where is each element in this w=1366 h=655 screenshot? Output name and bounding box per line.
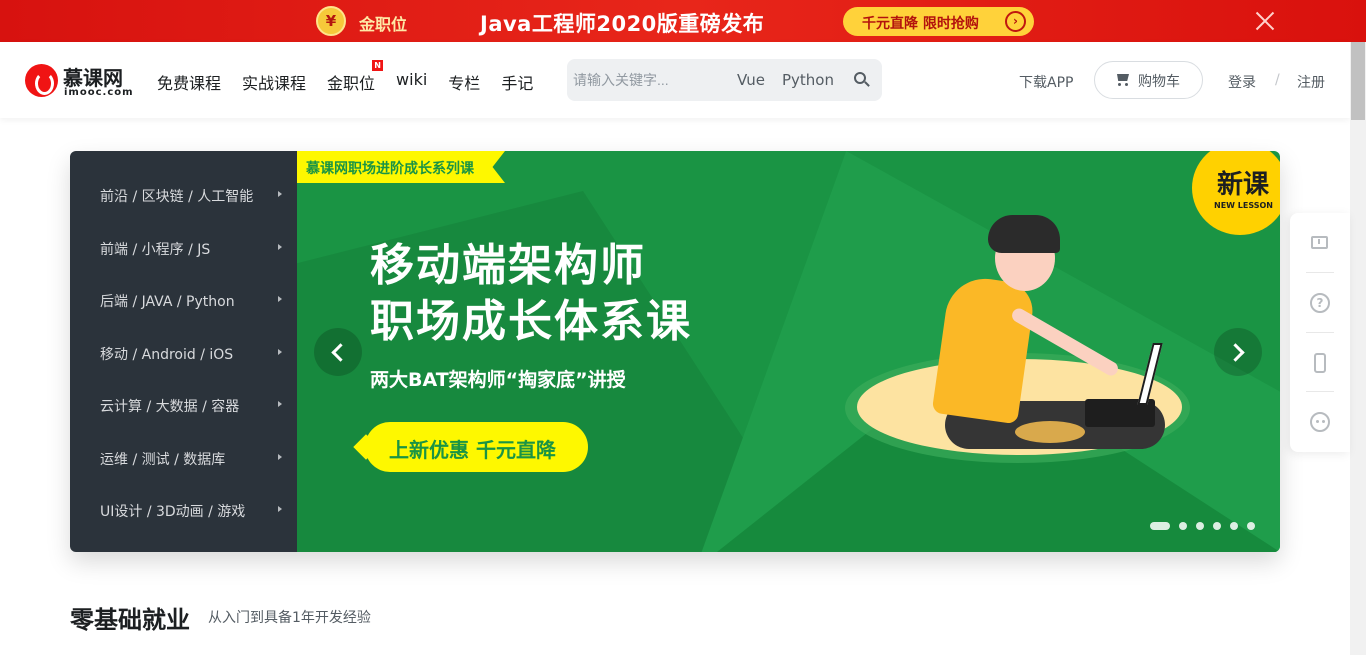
- nav-item-notes[interactable]: 手记: [501, 70, 533, 94]
- caret-right-icon: [278, 454, 282, 460]
- cart-button[interactable]: 购物车: [1094, 61, 1203, 99]
- developer-illustration: [845, 215, 1190, 475]
- caret-right-icon: [278, 349, 282, 355]
- promo-brand: 金职位: [359, 15, 408, 34]
- category-item[interactable]: 移动 / Android / iOS: [100, 344, 290, 364]
- category-label: UI设计 / 3D动画 / 游戏: [100, 504, 246, 520]
- banner-title-line: 移动端架构师: [370, 240, 646, 291]
- divider: [1306, 391, 1334, 392]
- nav-item-label: 金职位: [327, 74, 376, 93]
- category-item[interactable]: 前沿 / 区块链 / 人工智能: [100, 186, 290, 206]
- medal-icon: [316, 6, 346, 36]
- download-app-link[interactable]: 下载APP: [1019, 72, 1073, 92]
- promo-headline: Java工程师2020版重磅发布: [480, 12, 765, 36]
- category-label: 云计算 / 大数据 / 容器: [100, 399, 240, 415]
- mobile-phone-icon[interactable]: [1309, 352, 1331, 374]
- flame-logo-icon: [25, 64, 58, 97]
- carousel-dot[interactable]: [1179, 522, 1187, 530]
- series-tag: 慕课网职场进阶成长系列课: [297, 151, 505, 183]
- logo-domain: imooc.com: [64, 87, 134, 98]
- category-item[interactable]: 云计算 / 大数据 / 容器: [100, 396, 290, 416]
- category-item[interactable]: 运维 / 测试 / 数据库: [100, 449, 290, 469]
- category-item[interactable]: UI设计 / 3D动画 / 游戏: [100, 501, 290, 521]
- badge-title: 新课: [1217, 170, 1270, 200]
- site-header: 慕课网 imooc.com 免费课程 实战课程 金职位 N wiki 专栏 手记 …: [0, 42, 1350, 118]
- nav-item-practical-courses[interactable]: 实战课程: [242, 70, 306, 94]
- chat-icon[interactable]: [1309, 411, 1331, 433]
- help-icon[interactable]: ?: [1309, 292, 1331, 314]
- carousel-slide[interactable]: 慕课网职场进阶成长系列课 移动端架构师 职场成长体系课 两大BAT架构师“掏家底…: [297, 151, 1280, 552]
- login-link[interactable]: 登录: [1228, 72, 1256, 92]
- category-item[interactable]: 后端 / JAVA / Python: [100, 291, 290, 311]
- feedback-icon[interactable]: [1309, 233, 1331, 255]
- nav-item-free-courses[interactable]: 免费课程: [157, 70, 221, 94]
- hero-section: 前沿 / 区块链 / 人工智能 前端 / 小程序 / JS 后端 / JAVA …: [70, 151, 1280, 552]
- caret-right-icon: [278, 296, 282, 302]
- search-bar: Vue Python: [567, 59, 882, 101]
- caret-right-icon: [278, 506, 282, 512]
- top-promo-banner[interactable]: 金职位 Java工程师2020版重磅发布 千元直降 限时抢购 ›: [0, 0, 1366, 42]
- badge-subtitle: NEW LESSON: [1214, 201, 1273, 210]
- carousel-dots: [1150, 522, 1264, 530]
- shopping-cart-icon: [1115, 73, 1129, 86]
- banner-promo-label: 上新优惠 千元直降: [389, 438, 556, 462]
- category-label: 运维 / 测试 / 数据库: [100, 452, 226, 468]
- category-label: 前端 / 小程序 / JS: [100, 242, 211, 258]
- nav-item-wiki[interactable]: wiki: [396, 70, 427, 94]
- divider: [1306, 272, 1334, 273]
- new-badge: N: [372, 60, 384, 71]
- carousel-next-button[interactable]: [1214, 328, 1262, 376]
- register-link[interactable]: 注册: [1297, 72, 1325, 92]
- banner-title: 移动端架构师 职场成长体系课: [370, 238, 692, 350]
- new-lesson-badge: 新课 NEW LESSON: [1192, 151, 1280, 235]
- promo-cta-label: 千元直降 限时抢购: [862, 16, 979, 32]
- main-nav: 免费课程 实战课程 金职位 N wiki 专栏 手记: [157, 60, 554, 94]
- banner-promo-button[interactable]: 上新优惠 千元直降: [365, 422, 588, 472]
- section-title: 零基础就业: [70, 606, 190, 634]
- category-menu: 前沿 / 区块链 / 人工智能 前端 / 小程序 / JS 后端 / JAVA …: [70, 151, 297, 552]
- search-hot-tag[interactable]: Python: [782, 71, 834, 89]
- caret-right-icon: [278, 401, 282, 407]
- chevron-right-icon: ›: [1005, 11, 1026, 32]
- caret-right-icon: [278, 191, 282, 197]
- carousel-dot[interactable]: [1230, 522, 1238, 530]
- carousel-dot[interactable]: [1213, 522, 1221, 530]
- promo-cta-button[interactable]: 千元直降 限时抢购 ›: [843, 7, 1034, 36]
- page-scrollbar[interactable]: [1350, 42, 1366, 655]
- caret-right-icon: [278, 244, 282, 250]
- carousel-dot[interactable]: [1196, 522, 1204, 530]
- auth-separator: /: [1275, 72, 1280, 88]
- banner-subtitle: 两大BAT架构师“掏家底”讲授: [370, 369, 626, 391]
- scrollbar-thumb[interactable]: [1351, 42, 1365, 120]
- category-label: 前沿 / 区块链 / 人工智能: [100, 189, 254, 205]
- search-hot-tag[interactable]: Vue: [737, 71, 765, 89]
- cart-label: 购物车: [1138, 74, 1180, 90]
- floating-toolbar: ?: [1290, 213, 1350, 452]
- carousel-dot[interactable]: [1247, 522, 1255, 530]
- category-label: 后端 / JAVA / Python: [100, 294, 235, 310]
- section-subtitle: 从入门到具备1年开发经验: [208, 610, 371, 626]
- nav-item-golden-job[interactable]: 金职位 N: [327, 60, 384, 94]
- divider: [1306, 332, 1334, 333]
- category-label: 移动 / Android / iOS: [100, 347, 234, 363]
- carousel-prev-button[interactable]: [314, 328, 362, 376]
- banner-title-line: 职场成长体系课: [370, 296, 692, 347]
- carousel-dot[interactable]: [1150, 522, 1170, 530]
- site-logo[interactable]: 慕课网 imooc.com: [25, 64, 137, 100]
- category-item[interactable]: 前端 / 小程序 / JS: [100, 239, 290, 259]
- search-input[interactable]: [573, 70, 723, 90]
- close-icon[interactable]: [1254, 10, 1276, 32]
- search-icon[interactable]: [853, 71, 871, 89]
- nav-item-column[interactable]: 专栏: [448, 70, 480, 94]
